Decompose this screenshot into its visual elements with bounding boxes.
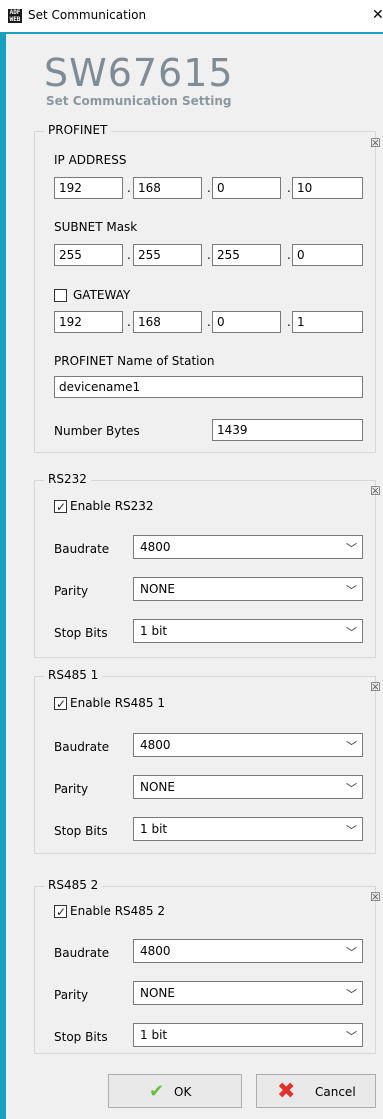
rs232-stopbits-select[interactable]: 1 bit ﹀	[133, 619, 363, 643]
subnet-octet-4[interactable]: 0	[292, 244, 363, 266]
enable-rs232-label: Enable RS232	[70, 499, 154, 513]
number-bytes-input[interactable]: 1439	[212, 419, 363, 441]
rs485-2-baudrate-select[interactable]: 4800 ﹀	[133, 939, 363, 963]
rs485-1-parity-select[interactable]: NONE ﹀	[133, 775, 363, 799]
station-name-input[interactable]: devicename1	[54, 376, 363, 398]
enable-rs232-checkbox[interactable]: ✓	[54, 500, 67, 513]
chevron-down-icon: ﹀	[346, 626, 357, 639]
gateway-octet-1[interactable]: 192	[54, 311, 123, 333]
rs232-parity-select[interactable]: NONE ﹀	[133, 577, 363, 601]
enable-rs485-1-label: Enable RS485 1	[70, 696, 165, 710]
chevron-down-icon: ﹀	[346, 782, 357, 795]
chevron-down-icon: ﹀	[346, 824, 357, 837]
chevron-down-icon: ﹀	[346, 946, 357, 959]
ip-octet-4[interactable]: 10	[292, 177, 363, 199]
baudrate-label: Baudrate	[54, 542, 110, 556]
rs485-1-legend: RS485 1	[44, 668, 103, 682]
red-x-icon: ✖	[277, 1079, 296, 1104]
checkmark-icon: ✓	[56, 500, 67, 514]
chevron-down-icon: ﹀	[346, 1030, 357, 1043]
parity-label: Parity	[54, 782, 89, 796]
collapse-x-icon[interactable]: ☒	[370, 484, 381, 498]
profinet-legend: PROFINET	[44, 123, 112, 137]
product-code: SW67615	[44, 51, 234, 95]
enable-rs485-2-label: Enable RS485 2	[70, 904, 165, 918]
chevron-down-icon: ﹀	[346, 988, 357, 1001]
accent-line	[0, 32, 383, 34]
enable-rs485-1-checkbox[interactable]: ✓	[54, 697, 67, 710]
number-bytes-label: Number Bytes	[54, 424, 140, 438]
accent-edge	[0, 32, 6, 1119]
checkmark-icon: ✔	[149, 1081, 165, 1102]
gateway-octet-4[interactable]: 1	[292, 311, 363, 333]
ip-octet-2[interactable]: 168	[133, 177, 202, 199]
parity-label: Parity	[54, 584, 89, 598]
cancel-button[interactable]: ✖ Cancel	[256, 1074, 376, 1108]
baudrate-label: Baudrate	[54, 740, 110, 754]
close-icon[interactable]: ✕	[372, 7, 383, 23]
rs485-2-parity-select[interactable]: NONE ﹀	[133, 981, 363, 1005]
rs485-1-baudrate-select[interactable]: 4800 ﹀	[133, 733, 363, 757]
rs232-baudrate-select[interactable]: 4800 ﹀	[133, 535, 363, 559]
ip-octet-1[interactable]: 192	[54, 177, 123, 199]
checkmark-icon: ✓	[56, 697, 67, 711]
rs485-2-stopbits-select[interactable]: 1 bit ﹀	[133, 1023, 363, 1047]
product-subtitle: Set Communication Setting	[46, 94, 232, 108]
stop-bits-label: Stop Bits	[54, 626, 108, 640]
ip-octet-3[interactable]: 0	[212, 177, 281, 199]
window-title: Set Communication	[28, 8, 147, 22]
chevron-down-icon: ﹀	[346, 542, 357, 555]
rs485-1-stopbits-select[interactable]: 1 bit ﹀	[133, 817, 363, 841]
stop-bits-label: Stop Bits	[54, 824, 108, 838]
gateway-checkbox[interactable]	[54, 289, 67, 302]
chevron-down-icon: ﹀	[346, 740, 357, 753]
checkmark-icon: ✓	[56, 905, 67, 919]
collapse-x-icon[interactable]: ☒	[370, 890, 381, 904]
ip-address-label: IP ADDRESS	[54, 153, 127, 167]
subnet-mask-label: SUBNET Mask	[54, 220, 138, 234]
ok-button[interactable]: ✔ OK	[108, 1074, 242, 1108]
gateway-octet-2[interactable]: 168	[133, 311, 202, 333]
stop-bits-label: Stop Bits	[54, 1030, 108, 1044]
collapse-x-icon[interactable]: ☒	[370, 680, 381, 694]
station-name-label: PROFINET Name of Station	[54, 354, 215, 368]
baudrate-label: Baudrate	[54, 946, 110, 960]
gateway-octet-3[interactable]: 0	[212, 311, 281, 333]
subnet-octet-2[interactable]: 255	[133, 244, 202, 266]
app-logo-icon: ADF WEB	[8, 9, 22, 23]
gateway-label: GATEWAY	[73, 288, 131, 302]
rs485-2-legend: RS485 2	[44, 878, 103, 892]
subnet-octet-1[interactable]: 255	[54, 244, 123, 266]
rs232-legend: RS232	[44, 472, 91, 486]
enable-rs485-2-checkbox[interactable]: ✓	[54, 905, 67, 918]
chevron-down-icon: ﹀	[346, 584, 357, 597]
subnet-octet-3[interactable]: 255	[212, 244, 281, 266]
collapse-x-icon[interactable]: ☒	[370, 136, 381, 150]
parity-label: Parity	[54, 988, 89, 1002]
